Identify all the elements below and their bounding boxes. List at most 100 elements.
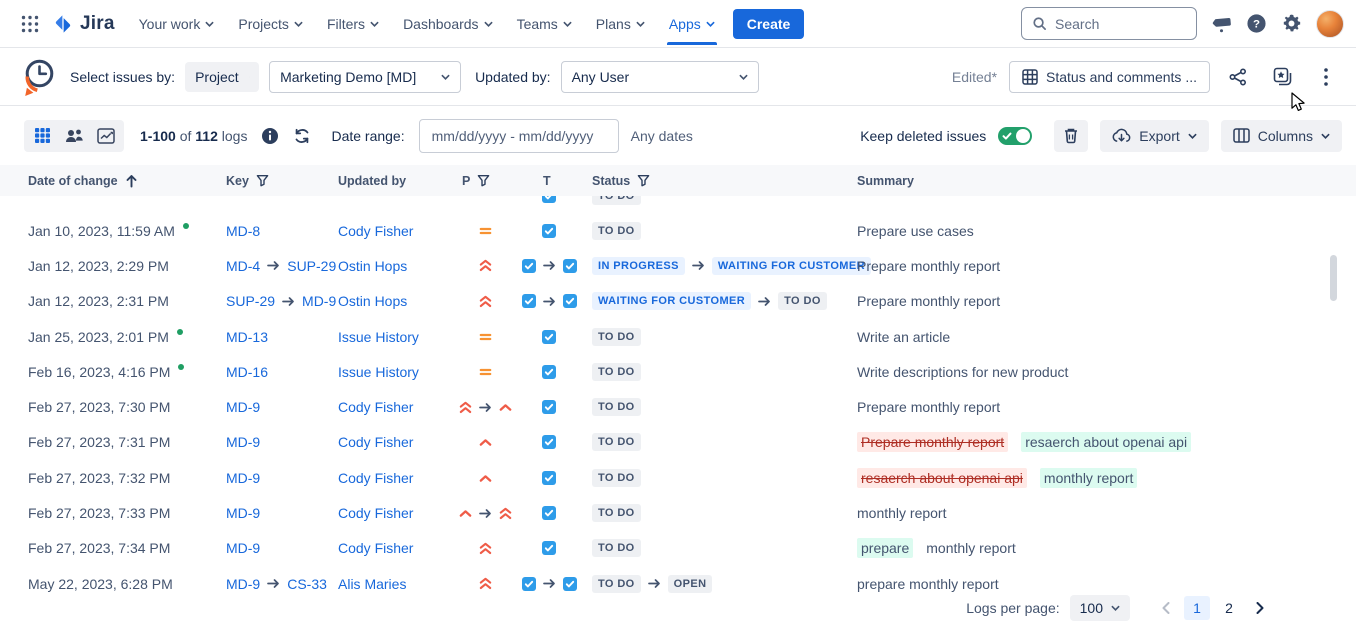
chevron-down-icon — [484, 21, 493, 27]
issue-key-link[interactable]: MD-9 — [226, 576, 260, 592]
summary-cell: Prepare monthly report — [857, 389, 1006, 424]
help-icon[interactable]: ? — [1246, 13, 1267, 34]
issue-key-link[interactable]: MD-9 — [226, 399, 260, 415]
saved-view-selector[interactable]: Status and comments ... — [1009, 61, 1210, 93]
issue-key-link[interactable]: MD-9 — [226, 540, 260, 556]
task-type-icon — [542, 196, 556, 203]
updated-by-cell: Issue History — [338, 319, 419, 354]
priority-cell — [450, 495, 520, 530]
keep-deleted-issues-toggle[interactable] — [998, 127, 1032, 145]
date-of-change-cell: Jan 25, 2023, 2:01 PM — [28, 319, 183, 354]
page-button-2[interactable]: 2 — [1216, 596, 1242, 620]
chevron-down-icon — [739, 74, 748, 80]
delete-trash-icon[interactable] — [1054, 120, 1088, 152]
brand-name: Jira — [80, 13, 115, 35]
logs-per-page-select[interactable]: 100 — [1070, 595, 1130, 621]
settings-gear-icon[interactable] — [1281, 13, 1302, 34]
nav-item-your-work[interactable]: Your work — [129, 3, 225, 45]
app-switcher-icon[interactable] — [14, 8, 46, 40]
updated-by-link[interactable]: Cody Fisher — [338, 223, 413, 239]
issue-key-link[interactable]: MD-9 — [226, 470, 260, 486]
nav-item-dashboards[interactable]: Dashboards — [393, 3, 503, 45]
pagination-footer: Logs per page: 100 12 — [0, 594, 1356, 628]
filter-funnel-icon[interactable] — [477, 174, 490, 187]
updated-by-link[interactable]: Ostin Hops — [338, 293, 407, 309]
user-avatar[interactable] — [1316, 10, 1344, 38]
updated-by-link[interactable]: Cody Fisher — [338, 434, 413, 450]
issue-key-link[interactable]: CS-33 — [287, 576, 327, 592]
columns-button[interactable]: Columns — [1221, 120, 1342, 152]
status-cell: TO DO — [592, 213, 641, 248]
chevron-down-icon — [1321, 133, 1330, 139]
date-of-change-cell: Feb 27, 2023, 7:34 PM — [28, 531, 170, 566]
issue-key-link[interactable]: MD-4 — [226, 258, 260, 274]
filter-funnel-icon[interactable] — [256, 174, 269, 187]
task-type-icon — [542, 435, 556, 449]
status-cell: TO DO — [592, 196, 641, 213]
updated-by-link[interactable]: Cody Fisher — [338, 540, 413, 556]
summary-text: Write descriptions for new product — [857, 364, 1068, 380]
updated-by-link[interactable]: Alis Maries — [338, 576, 406, 592]
transition-arrow-icon — [648, 578, 661, 589]
nav-item-teams[interactable]: Teams — [507, 3, 582, 45]
notifications-bell-icon[interactable] — [1211, 13, 1232, 34]
task-type-icon — [563, 294, 577, 308]
column-header-key: Key — [226, 165, 269, 196]
filter-funnel-icon[interactable] — [637, 174, 650, 187]
updated-by-link[interactable]: Ostin Hops — [338, 258, 407, 274]
sort-ascending-icon[interactable] — [125, 174, 138, 188]
unviewed-change-dot — [183, 223, 189, 229]
nav-item-filters[interactable]: Filters — [317, 3, 389, 45]
issue-key-link[interactable]: MD-8 — [226, 223, 260, 239]
page-button-1[interactable]: 1 — [1184, 596, 1210, 620]
search-box[interactable] — [1021, 7, 1197, 40]
info-icon[interactable] — [261, 127, 279, 145]
keep-deleted-issues-label: Keep deleted issues — [860, 128, 986, 144]
date-range-input[interactable] — [432, 128, 613, 144]
create-button[interactable]: Create — [733, 9, 805, 39]
issue-key-link[interactable]: SUP-29 — [226, 293, 275, 309]
priority-medium-icon — [479, 331, 492, 343]
search-input[interactable] — [1055, 16, 1175, 32]
chevron-down-icon — [441, 74, 450, 80]
updated-by-link[interactable]: Cody Fisher — [338, 470, 413, 486]
project-dropdown[interactable]: Marketing Demo [MD] — [269, 61, 461, 93]
select-mode-dropdown[interactable]: Project — [185, 62, 259, 92]
column-header-date-of-change: Date of change — [28, 165, 138, 196]
issue-key-link[interactable]: MD-9 — [226, 505, 260, 521]
summary-cell: Prepare monthly report — [857, 284, 1006, 319]
save-view-icon[interactable] — [1266, 61, 1298, 93]
next-page-icon[interactable] — [1248, 596, 1272, 620]
status-badge: TO DO — [592, 433, 641, 451]
issue-key-link[interactable]: SUP-29 — [287, 258, 336, 274]
prev-page-icon[interactable] — [1154, 596, 1178, 620]
summary-text: Prepare monthly report — [857, 293, 1000, 309]
updated-by-link[interactable]: Issue History — [338, 364, 419, 380]
nav-item-apps[interactable]: Apps — [659, 3, 725, 45]
updated-by-link[interactable]: Cody Fisher — [338, 399, 413, 415]
transition-arrow-icon — [758, 296, 771, 307]
issue-key-cell: MD-8 — [226, 213, 260, 248]
issue-key-link[interactable]: MD-13 — [226, 329, 268, 345]
vertical-scrollbar-thumb[interactable] — [1330, 255, 1337, 301]
more-options-kebab-icon[interactable] — [1310, 61, 1342, 93]
updated-by-link[interactable]: Issue History — [338, 329, 419, 345]
jira-logo[interactable]: Jira — [52, 13, 115, 35]
select-issues-by-label: Select issues by: — [70, 69, 175, 85]
issue-key-link[interactable]: MD-16 — [226, 364, 268, 380]
task-type-icon — [563, 577, 577, 591]
nav-item-plans[interactable]: Plans — [586, 3, 655, 45]
people-view-icon[interactable] — [59, 123, 89, 149]
refresh-icon[interactable] — [293, 127, 311, 145]
issue-key-link[interactable]: MD-9 — [302, 293, 336, 309]
updated-by-link[interactable]: Cody Fisher — [338, 505, 413, 521]
nav-item-projects[interactable]: Projects — [228, 3, 313, 45]
issue-key-link[interactable]: MD-9 — [226, 434, 260, 450]
date-range-field[interactable] — [419, 119, 619, 153]
export-button[interactable]: Export — [1100, 120, 1208, 152]
grid-view-icon[interactable] — [27, 123, 57, 149]
updated-by-dropdown[interactable]: Any User — [561, 61, 759, 93]
task-type-icon — [522, 259, 536, 273]
share-icon[interactable] — [1222, 61, 1254, 93]
chart-view-icon[interactable] — [91, 123, 121, 149]
